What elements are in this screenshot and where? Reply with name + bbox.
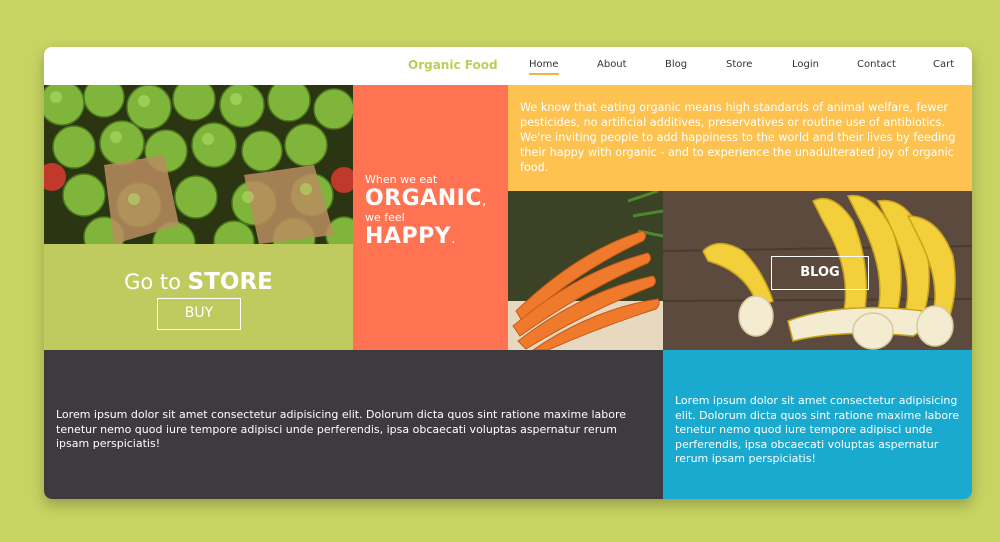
green-apples-photo [44, 85, 353, 244]
bananas-photo: BLOG [663, 191, 972, 350]
happy-word: HAPPY [365, 224, 452, 249]
buy-button[interactable]: BUY [157, 298, 241, 330]
blue-text-panel: Lorem ipsum dolor sit amet consectetur a… [663, 350, 972, 499]
intro-text: We know that eating organic means high s… [520, 101, 956, 174]
nav-about[interactable]: About [597, 59, 627, 70]
organic-word: ORGANIC [365, 186, 482, 211]
intro-panel: We know that eating organic means high s… [508, 85, 972, 191]
organic-slogan: When we eat ORGANIC, we feel HAPPY. [365, 173, 487, 249]
nav-login[interactable]: Login [792, 59, 819, 70]
store-heading: Go to STORE [124, 269, 273, 295]
nav-store[interactable]: Store [726, 59, 752, 70]
dark-text-panel: Lorem ipsum dolor sit amet consectetur a… [44, 350, 663, 499]
brand-logo-text[interactable]: Organic Food [408, 58, 498, 72]
nav-contact[interactable]: Contact [857, 59, 896, 70]
blog-button[interactable]: BLOG [771, 256, 869, 290]
nav-cart[interactable]: Cart [933, 59, 954, 70]
landing-page-card: Organic Food Home About Blog Store Login… [44, 47, 972, 499]
organic-slogan-tile: When we eat ORGANIC, we feel HAPPY. [353, 85, 508, 350]
header: Organic Food Home About Blog Store Login… [44, 47, 972, 85]
nav-blog[interactable]: Blog [665, 59, 687, 70]
dark-panel-text: Lorem ipsum dolor sit amet consectetur a… [56, 408, 627, 450]
store-tile: Go to STORE BUY [44, 244, 353, 350]
nav-home[interactable]: Home [529, 59, 559, 75]
blue-panel-text: Lorem ipsum dolor sit amet consectetur a… [675, 394, 960, 465]
carrots-photo [508, 191, 663, 350]
